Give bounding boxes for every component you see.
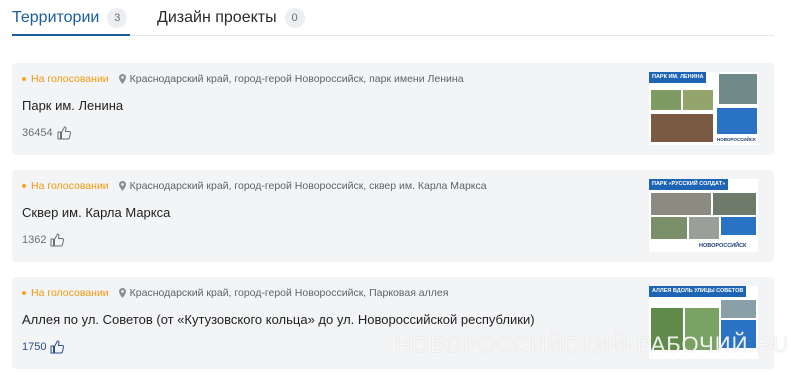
project-thumbnail[interactable]: ПАРК «РУССКИЙ СОЛДАТ» НОВОРОССИЙСК bbox=[649, 179, 758, 252]
like-counter[interactable]: 36454 bbox=[22, 126, 71, 140]
territory-card[interactable]: На голосовании Краснодарский край, город… bbox=[12, 170, 774, 262]
status-dot-icon bbox=[22, 291, 26, 295]
like-counter[interactable]: 1362 bbox=[22, 233, 65, 247]
tab-label: Территории bbox=[12, 9, 100, 26]
tabs-bar: Территории 3 Дизайн проекты 0 bbox=[12, 0, 774, 36]
location-pin-icon bbox=[118, 181, 126, 191]
card-meta: На голосовании Краснодарский край, город… bbox=[22, 71, 464, 87]
thumbnail-photo bbox=[713, 193, 756, 215]
like-count: 1750 bbox=[22, 341, 47, 353]
tab-label: Дизайн проекты bbox=[157, 9, 277, 26]
tab-design-projects[interactable]: Дизайн проекты 0 bbox=[157, 7, 305, 29]
status-label: На голосовании bbox=[31, 180, 109, 192]
thumbs-up-icon[interactable] bbox=[57, 126, 71, 140]
thumbnail-photo bbox=[651, 217, 687, 239]
thumbnail-photo bbox=[683, 90, 713, 110]
location-pin-icon bbox=[118, 288, 126, 298]
card-address: Краснодарский край, город-герой Новоросс… bbox=[129, 180, 487, 192]
tab-count-badge: 0 bbox=[284, 8, 305, 28]
thumbnail-info-block bbox=[721, 217, 756, 235]
thumbs-up-icon[interactable] bbox=[50, 233, 65, 247]
status-dot-icon bbox=[22, 184, 26, 188]
tab-count-badge: 3 bbox=[107, 8, 128, 28]
active-tab-indicator bbox=[12, 34, 130, 36]
card-meta: На голосовании Краснодарский край, город… bbox=[22, 178, 487, 194]
location-pin-icon bbox=[118, 74, 126, 84]
card-address: Краснодарский край, город-герой Новоросс… bbox=[129, 287, 449, 299]
thumbnail-photo bbox=[651, 193, 711, 215]
watermark: НОВОРОССИЙСКИЙ-РАБОЧИЙ.RU bbox=[395, 332, 790, 357]
status-label: На голосовании bbox=[31, 73, 109, 85]
thumbnail-photo bbox=[651, 114, 713, 142]
card-title[interactable]: Аллея по ул. Советов (от «Кутузовского к… bbox=[22, 312, 535, 327]
thumbnail-map-image bbox=[719, 74, 757, 104]
territory-card[interactable]: На голосовании Краснодарский край, город… bbox=[12, 63, 774, 155]
thumbnail-info-block bbox=[717, 108, 757, 134]
like-count: 36454 bbox=[22, 127, 53, 139]
status-label: На голосовании bbox=[31, 287, 109, 299]
card-meta: На голосовании Краснодарский край, город… bbox=[22, 285, 448, 301]
thumbnail-banner: АЛЛЕЯ ВДОЛЬ УЛИЦЫ СОВЕТОВ bbox=[649, 286, 747, 297]
card-title[interactable]: Сквер им. Карла Маркса bbox=[22, 205, 170, 220]
thumbnail-photo bbox=[689, 217, 719, 239]
thumbs-up-icon[interactable] bbox=[50, 340, 65, 354]
thumbnail-logo: НОВОРОССИЙСК bbox=[717, 137, 756, 142]
like-counter[interactable]: 1750 bbox=[22, 340, 65, 354]
thumbnail-photo bbox=[651, 90, 681, 110]
thumbnail-logo: НОВОРОССИЙСК bbox=[699, 243, 747, 249]
status-dot-icon bbox=[22, 77, 26, 81]
thumbnail-banner: ПАРК ИМ. ЛЕНИНА bbox=[649, 72, 707, 83]
thumbnail-photo bbox=[721, 300, 756, 318]
like-count: 1362 bbox=[22, 234, 47, 246]
thumbnail-banner: ПАРК «РУССКИЙ СОЛДАТ» bbox=[649, 179, 729, 190]
tab-territories[interactable]: Территории 3 bbox=[12, 7, 128, 29]
card-address: Краснодарский край, город-герой Новоросс… bbox=[129, 73, 464, 85]
card-title[interactable]: Парк им. Ленина bbox=[22, 98, 123, 113]
project-thumbnail[interactable]: ПАРК ИМ. ЛЕНИНА НОВОРОССИЙСК bbox=[649, 72, 758, 145]
